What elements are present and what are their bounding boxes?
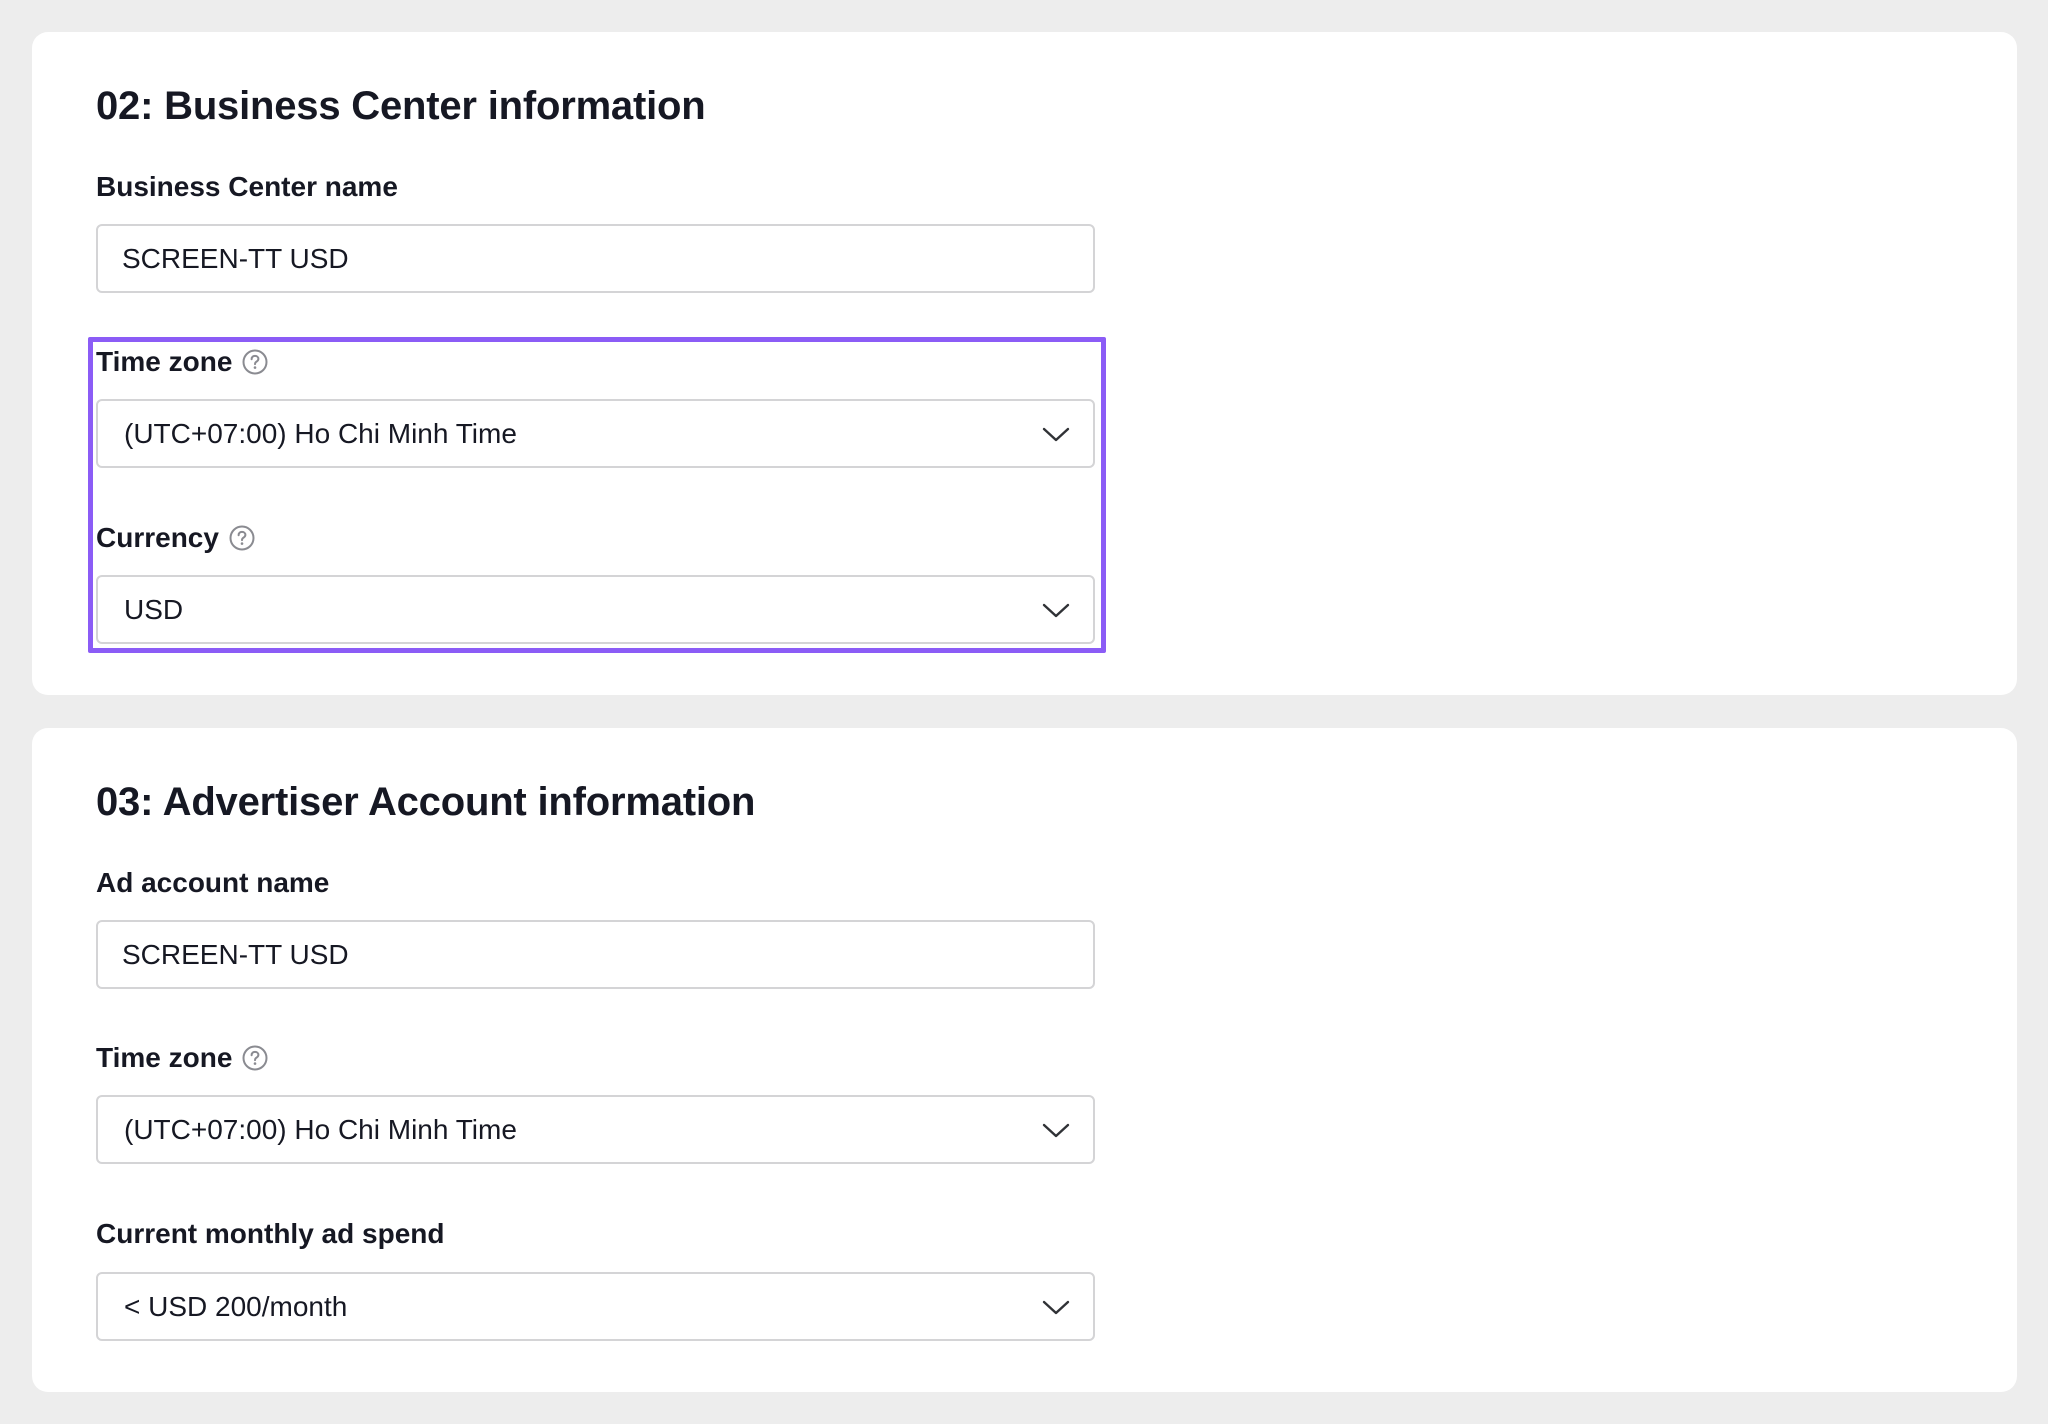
chevron-down-icon — [1042, 603, 1070, 617]
aa-timezone-select[interactable]: (UTC+07:00) Ho Chi Minh Time — [96, 1095, 1095, 1164]
bc-currency-value: USD — [124, 593, 184, 625]
bc-timezone-label-text: Time zone — [96, 346, 233, 377]
advertiser-account-card: 03: Advertiser Account information Ad ac… — [32, 728, 2017, 1392]
bc-currency-label: Currency — [96, 520, 255, 556]
business-center-name-label: Business Center name — [96, 169, 398, 205]
chevron-down-icon — [1042, 427, 1070, 441]
ad-account-name-input[interactable]: SCREEN-TT USD — [96, 920, 1095, 989]
bc-timezone-value: (UTC+07:00) Ho Chi Minh Time — [124, 417, 517, 449]
aa-timezone-label: Time zone — [96, 1040, 268, 1076]
aa-timezone-value: (UTC+07:00) Ho Chi Minh Time — [124, 1113, 517, 1145]
business-center-card: 02: Business Center information Business… — [32, 32, 2017, 695]
business-center-name-input[interactable]: SCREEN-TT USD — [96, 224, 1095, 293]
chevron-down-icon — [1042, 1123, 1070, 1137]
business-center-name-label-text: Business Center name — [96, 171, 398, 202]
question-circle-icon[interactable] — [242, 349, 268, 375]
ad-account-name-value: SCREEN-TT USD — [122, 938, 349, 970]
advertiser-account-title: 03: Advertiser Account information — [96, 780, 756, 824]
monthly-spend-select[interactable]: < USD 200/month — [96, 1272, 1095, 1341]
bc-currency-label-text: Currency — [96, 522, 219, 553]
monthly-spend-label: Current monthly ad spend — [96, 1216, 444, 1252]
ad-account-name-label-text: Ad account name — [96, 867, 330, 898]
ad-account-name-label: Ad account name — [96, 865, 329, 901]
monthly-spend-value: < USD 200/month — [124, 1290, 348, 1322]
question-circle-icon[interactable] — [229, 525, 255, 551]
bc-timezone-select[interactable]: (UTC+07:00) Ho Chi Minh Time — [96, 399, 1095, 468]
question-circle-icon[interactable] — [242, 1045, 268, 1071]
monthly-spend-label-text: Current monthly ad spend — [96, 1218, 445, 1249]
bc-timezone-label: Time zone — [96, 344, 268, 380]
aa-timezone-label-text: Time zone — [96, 1042, 233, 1073]
bc-currency-select[interactable]: USD — [96, 575, 1095, 644]
business-center-name-value: SCREEN-TT USD — [122, 242, 349, 274]
business-center-title: 02: Business Center information — [96, 84, 706, 128]
chevron-down-icon — [1042, 1300, 1070, 1314]
